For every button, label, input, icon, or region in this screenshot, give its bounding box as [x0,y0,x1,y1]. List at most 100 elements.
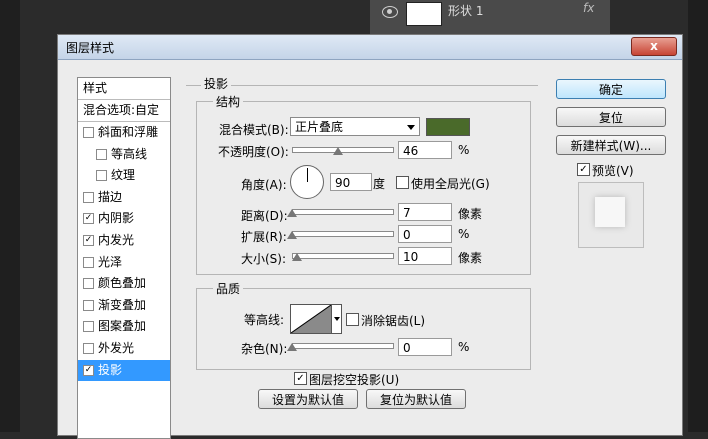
reset-button[interactable]: 复位 [556,107,666,127]
style-checkbox[interactable]: ✓ [83,364,94,376]
distance-unit: 像素 [458,207,483,221]
style-list-item[interactable]: 颜色叠加 [78,273,170,294]
distance-slider[interactable] [292,209,394,215]
style-list-item-label: 等高线 [111,146,148,161]
style-checkbox[interactable] [83,127,94,138]
style-list-item[interactable]: 斜面和浮雕 [78,122,170,143]
style-checkbox[interactable] [83,343,94,354]
style-checkbox[interactable] [96,148,107,160]
canvas-background-right [688,0,708,432]
noise-label: 杂色(N): [241,342,288,356]
style-list-item-label: 外发光 [98,341,135,355]
layer-thumbnail[interactable] [406,2,442,26]
contour-dropdown[interactable] [331,304,342,334]
make-default-button[interactable]: 设置为默认值 [258,389,358,409]
global-light-checkbox[interactable] [396,176,409,189]
style-list-header-label: 样式 [83,81,108,95]
angle-unit: 度 [373,177,386,191]
shadow-color-swatch[interactable] [426,118,470,136]
contour-curve-icon [291,305,331,333]
anti-alias-checkbox[interactable] [346,313,359,326]
style-checkbox[interactable]: ✓ [83,235,94,246]
style-list-item[interactable]: 渐变叠加 [78,295,170,316]
style-list-item-label: 投影 [98,362,123,377]
style-list-item-label: 内阴影 [98,211,135,226]
size-input[interactable]: 10 [398,247,452,265]
style-list-item-label: 内发光 [98,233,135,247]
noise-input[interactable]: 0 [398,338,452,356]
distance-slider-thumb[interactable] [287,209,297,217]
blend-mode-select[interactable]: 正片叠底 [290,117,420,136]
style-list-item[interactable]: 图案叠加 [78,316,170,337]
style-list-item[interactable]: 描边 [78,187,170,208]
spread-input[interactable]: 0 [398,225,452,243]
dialog-title: 图层样式 [66,41,115,55]
noise-slider[interactable] [292,343,394,349]
spread-unit: % [458,227,470,241]
blend-options-label: 混合选项:自定 [83,103,160,117]
style-list-item-label: 光泽 [98,254,123,269]
size-slider[interactable] [292,253,394,259]
ok-button[interactable]: 确定 [556,79,666,99]
layer-name[interactable]: 形状 1 [448,2,483,19]
distance-label: 距离(D): [241,209,288,223]
style-list-item[interactable]: 纹理 [78,165,170,186]
spread-slider[interactable] [292,231,394,237]
blend-mode-value: 正片叠底 [295,120,344,134]
structure-title: 结构 [213,93,244,110]
contour-label: 等高线: [244,313,285,327]
style-list-item[interactable]: 光泽 [78,252,170,273]
style-list-item-label: 渐变叠加 [98,297,147,312]
angle-input[interactable]: 90 [330,173,372,191]
noise-slider-thumb[interactable] [287,343,297,351]
contour-picker[interactable] [290,304,332,334]
style-checkbox[interactable] [83,256,94,268]
style-list-header[interactable]: 样式 [78,78,170,100]
noise-unit: % [458,340,470,354]
style-checkbox[interactable] [96,170,107,182]
spread-slider-thumb[interactable] [287,231,297,239]
eye-icon[interactable] [382,6,398,18]
style-checkbox[interactable] [83,278,94,290]
angle-dial[interactable] [290,165,324,199]
spread-label: 扩展(R): [241,230,287,244]
fx-icon[interactable]: fx [583,1,594,15]
reset-default-button[interactable]: 复位为默认值 [366,389,466,409]
style-list-item[interactable]: ✓ 内阴影 [78,208,170,229]
style-list-item[interactable]: ✓ 投影 [78,359,170,381]
style-checkbox[interactable]: ✓ [83,213,94,225]
style-list-item[interactable]: 等高线 [78,144,170,165]
drop-shadow-divider [186,85,538,87]
dialog-titlebar: 图层样式 x [58,35,682,60]
knockout-label: 图层挖空投影(U) [309,373,400,387]
style-checkbox[interactable] [83,191,94,203]
global-light-label: 使用全局光(G) [411,177,490,191]
style-list: 样式 混合选项:自定 斜面和浮雕等高线纹理描边 ✓ 内阴影 ✓ 内发光光泽颜色叠加渐变叠… [77,77,171,439]
style-list-item-label: 颜色叠加 [98,276,147,291]
style-list-item-label: 描边 [98,189,123,204]
close-button[interactable]: x [631,37,677,56]
blend-options-item[interactable]: 混合选项:自定 [78,100,170,122]
opacity-slider[interactable] [292,147,394,153]
angle-label: 角度(A): [241,178,287,192]
knockout-checkbox[interactable]: ✓ [294,372,307,385]
distance-input[interactable]: 7 [398,203,452,221]
opacity-slider-thumb[interactable] [333,147,343,155]
style-list-item[interactable]: 外发光 [78,338,170,359]
size-unit: 像素 [458,251,483,265]
new-style-button[interactable]: 新建样式(W)... [556,135,666,155]
preview-label: 预览(V) [592,164,634,178]
style-preview [578,182,644,248]
style-checkbox[interactable] [83,321,94,333]
size-slider-thumb[interactable] [292,253,302,261]
style-checkbox[interactable] [83,299,94,311]
style-list-item-label: 斜面和浮雕 [98,125,159,139]
quality-title: 品质 [213,280,244,297]
style-list-item-label: 图案叠加 [98,319,147,334]
chevron-down-icon [334,317,340,321]
opacity-input[interactable]: 46 [398,141,452,159]
preview-checkbox[interactable]: ✓ [577,163,590,176]
opacity-unit: % [458,143,470,157]
style-list-item[interactable]: ✓ 内发光 [78,230,170,251]
canvas-background [0,0,20,432]
